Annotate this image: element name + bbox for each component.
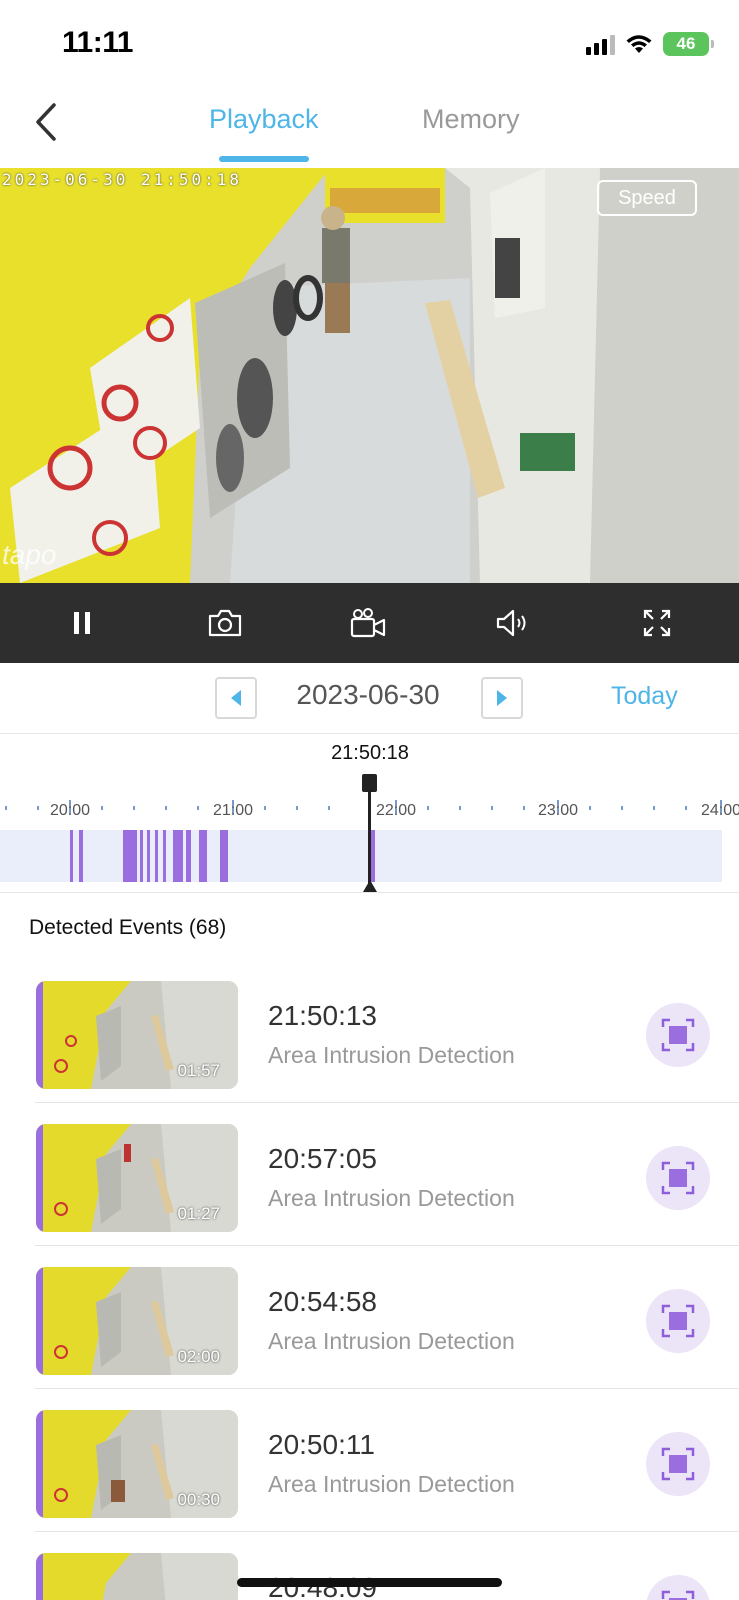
events-title: Detected Events (68) <box>29 916 227 939</box>
chevron-left-icon <box>36 103 56 141</box>
event-marker <box>123 830 137 882</box>
volume-icon <box>496 609 526 637</box>
event-thumbnail[interactable]: 01:57 <box>36 981 238 1089</box>
tick-label: 21:00 <box>212 802 254 819</box>
today-button[interactable]: Today <box>611 682 678 711</box>
event-thumbnail[interactable]: 02:00 <box>36 1267 238 1375</box>
event-marker <box>140 830 143 882</box>
detection-zone-icon <box>661 1590 695 1600</box>
event-type: Area Intrusion Detection <box>268 1471 515 1497</box>
thumbnail-image <box>36 1553 238 1600</box>
event-time: 20:50:11 <box>268 1429 375 1460</box>
battery-icon: 46 <box>663 32 714 56</box>
fullscreen-icon <box>643 609 671 637</box>
event-marker <box>220 830 228 882</box>
event-item[interactable]: 00:30 20:50:11 Area Intrusion Detection <box>0 1389 739 1532</box>
tick-label: 22:00 <box>375 802 417 819</box>
event-thumbnail[interactable]: 00:30 <box>36 1410 238 1518</box>
divider <box>0 892 739 893</box>
battery-level: 46 <box>676 34 696 53</box>
event-type: Area Intrusion Detection <box>268 1328 515 1354</box>
playhead-handle[interactable] <box>362 774 377 792</box>
event-type: Area Intrusion Detection <box>268 1185 515 1211</box>
tab-memory[interactable]: Memory <box>422 104 520 135</box>
event-duration: 00:30 <box>177 1490 220 1509</box>
detection-zone-button[interactable] <box>646 1289 710 1353</box>
signal-icon <box>586 33 615 55</box>
detection-zone-button[interactable] <box>646 1003 710 1067</box>
nav-header: Playback Memory <box>0 90 739 168</box>
caret-left-icon <box>231 690 241 706</box>
event-marker <box>186 830 191 882</box>
event-marker <box>199 830 207 882</box>
date-navigator: 2023-06-30 Today <box>0 663 739 733</box>
recording-track <box>0 830 722 882</box>
current-date[interactable]: 2023-06-30 <box>258 679 478 711</box>
snapshot-button[interactable] <box>205 605 245 641</box>
event-marker <box>70 830 73 882</box>
event-type: Area Intrusion Detection <box>268 1042 515 1068</box>
event-time: 20:54:58 <box>268 1286 377 1317</box>
event-list: 01:57 21:50:13 Area Intrusion Detection <box>0 960 739 1600</box>
camera-icon <box>208 609 242 637</box>
tick-label: 20:00 <box>49 802 91 819</box>
tab-playback[interactable]: Playback <box>209 104 319 135</box>
event-item[interactable]: 01:27 20:57:05 Area Intrusion Detection <box>0 1103 739 1246</box>
camera-feed-image <box>0 168 739 583</box>
event-thumbnail[interactable] <box>36 1553 238 1600</box>
pause-icon <box>74 612 90 634</box>
video-player[interactable]: 2023-06-30 21:50:18 Speed tapo <box>0 168 739 583</box>
detection-zone-button[interactable] <box>646 1432 710 1496</box>
wifi-icon <box>626 35 652 53</box>
record-button[interactable] <box>348 605 388 641</box>
brand-watermark: tapo <box>2 539 57 570</box>
event-marker <box>155 830 158 882</box>
detection-zone-icon <box>661 1161 695 1195</box>
playback-controls <box>0 583 739 663</box>
status-time: 11:11 <box>62 26 133 59</box>
tick-label: 24:00 <box>700 802 739 819</box>
volume-button[interactable] <box>493 605 533 641</box>
event-item[interactable]: 20:48:09 <box>0 1532 739 1600</box>
detection-zone-icon <box>661 1018 695 1052</box>
detection-zone-icon <box>661 1447 695 1481</box>
event-thumbnail[interactable]: 01:27 <box>36 1124 238 1232</box>
detection-zone-button[interactable] <box>646 1575 710 1600</box>
event-duration: 01:57 <box>177 1061 220 1080</box>
event-marker <box>147 830 150 882</box>
previous-day-button[interactable] <box>215 677 257 719</box>
event-duration: 02:00 <box>177 1347 220 1366</box>
playhead-pointer <box>363 880 377 892</box>
home-indicator[interactable] <box>237 1578 502 1587</box>
tick-label: 23:00 <box>537 802 579 819</box>
event-marker <box>173 830 183 882</box>
event-time: 21:50:13 <box>268 1000 377 1031</box>
pause-button[interactable] <box>62 605 102 641</box>
event-item[interactable]: 01:57 21:50:13 Area Intrusion Detection <box>0 960 739 1103</box>
fullscreen-button[interactable] <box>637 605 677 641</box>
record-icon <box>350 608 386 638</box>
event-item[interactable]: 02:00 20:54:58 Area Intrusion Detection <box>0 1246 739 1389</box>
caret-right-icon <box>497 690 507 706</box>
event-duration: 01:27 <box>177 1204 220 1223</box>
detection-zone-icon <box>661 1304 695 1338</box>
speed-button[interactable]: Speed <box>597 180 697 216</box>
event-marker <box>163 830 166 882</box>
video-timestamp: 2023-06-30 21:50:18 <box>2 170 243 189</box>
timeline-current-time: 21:50:18 <box>331 742 409 764</box>
event-marker <box>79 830 83 882</box>
status-bar: 11:11 46 <box>0 0 739 90</box>
event-time: 20:57:05 <box>268 1143 377 1174</box>
next-day-button[interactable] <box>481 677 523 719</box>
timeline[interactable]: 21:50:18 20:00 21:00 22:00 23:00 24:00 <box>0 734 739 892</box>
active-tab-indicator <box>219 156 309 162</box>
detection-zone-button[interactable] <box>646 1146 710 1210</box>
back-button[interactable] <box>26 100 66 144</box>
status-icons: 46 <box>586 30 714 58</box>
